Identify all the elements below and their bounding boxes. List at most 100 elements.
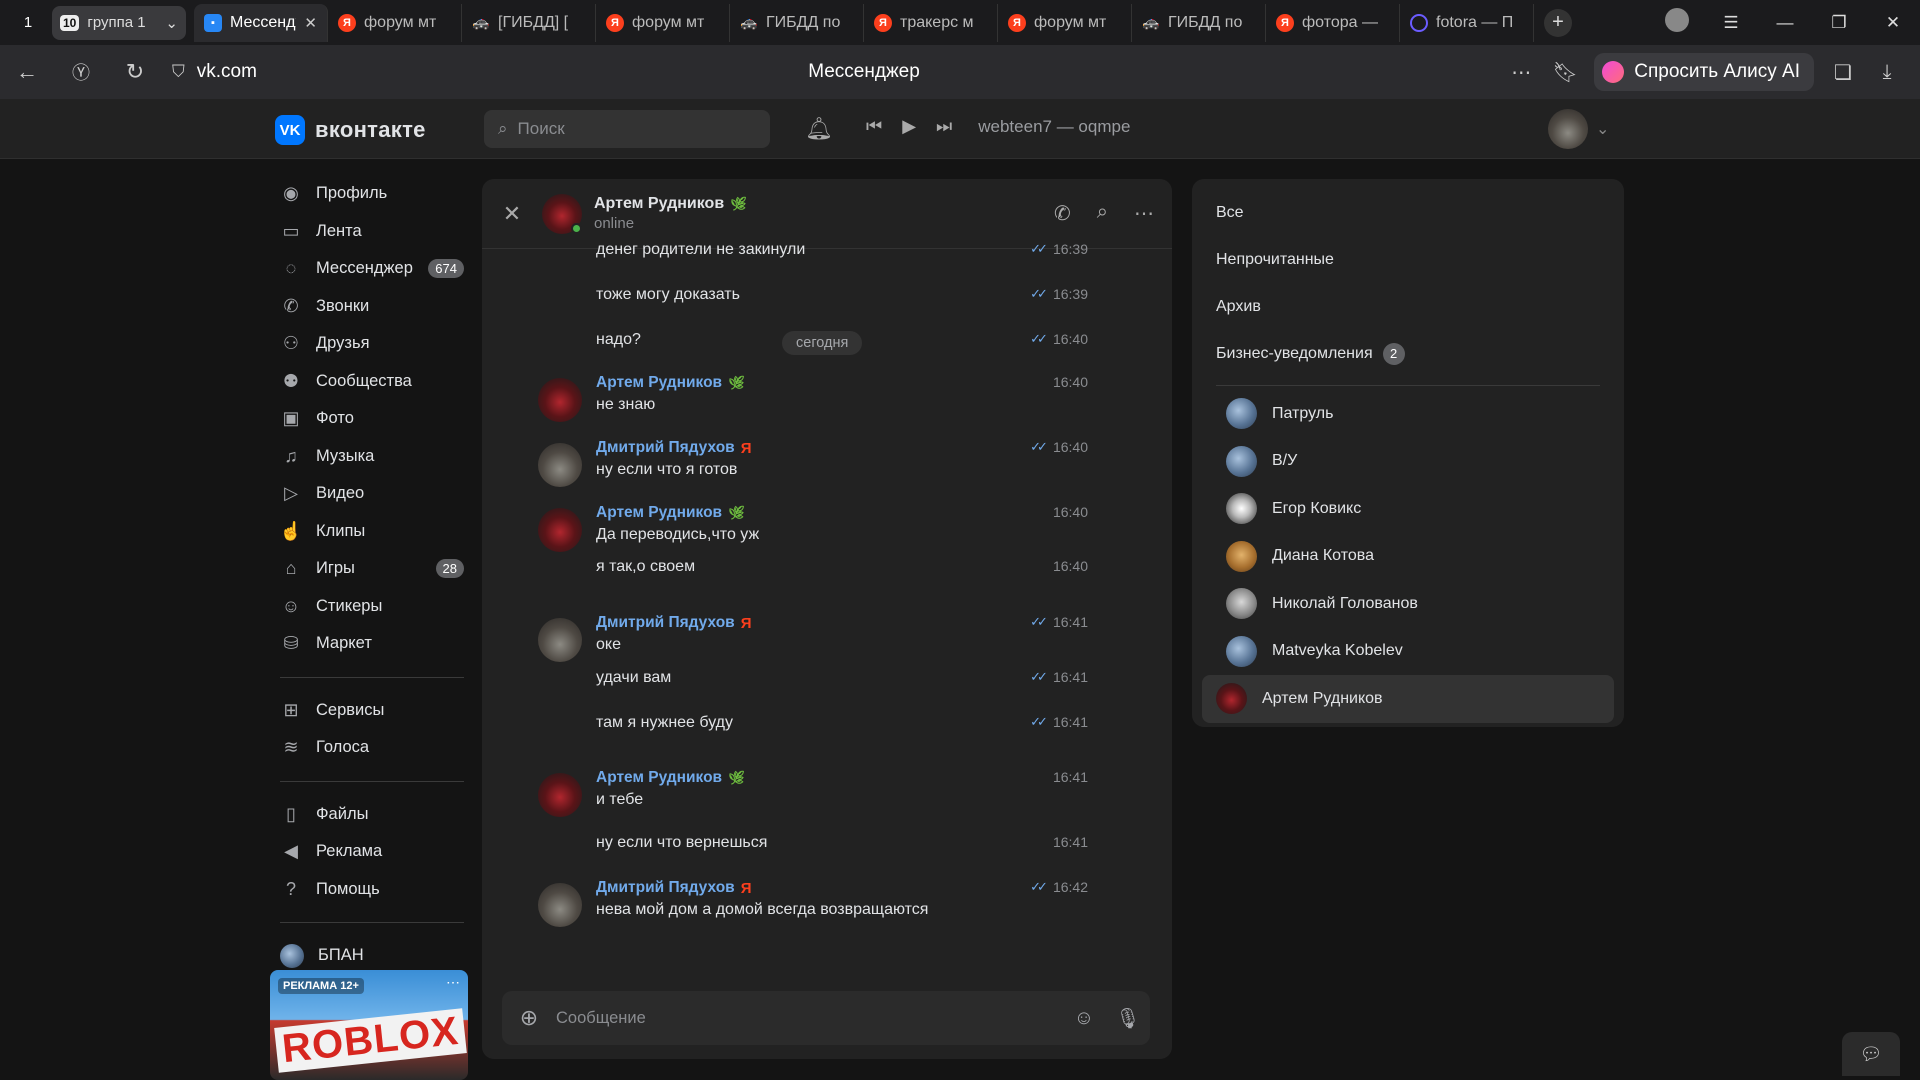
nav-divider <box>280 922 464 923</box>
avatar[interactable] <box>538 508 582 552</box>
ad-banner[interactable]: РЕКЛАМА 12+ ⋯ ROBLOX <box>270 970 468 1080</box>
tab-trackers[interactable]: Ятракерс м <box>864 3 998 42</box>
message-author[interactable]: Дмитрий Пядухов Я <box>596 439 752 457</box>
back-icon[interactable]: ← <box>0 59 54 85</box>
chat-peer-info[interactable]: Артем Рудников 🌿︎ online <box>594 195 747 232</box>
nav-item-ads[interactable]: ◀ Реклама <box>270 833 470 871</box>
vk-logo[interactable]: VK вконтакте <box>275 115 426 145</box>
nav-item-music[interactable]: ♫ Музыка <box>270 438 470 476</box>
tab-forum-1[interactable]: Яфорум мт <box>328 3 462 42</box>
tab-count-button[interactable]: 1 <box>10 6 46 40</box>
nav-item-votes[interactable]: ≋ Голоса <box>270 729 470 767</box>
close-icon[interactable]: ✕ <box>304 14 317 32</box>
tab-fotora-2[interactable]: fotora — П <box>1400 3 1534 42</box>
tab-forum-3[interactable]: Яфорум мт <box>998 3 1132 42</box>
yandex-home-icon[interactable]: Ⓨ <box>54 59 108 85</box>
search-input[interactable]: ⌕ Поиск <box>484 110 770 148</box>
tab-forum-2[interactable]: Яфорум мт <box>596 3 730 42</box>
folder-unread[interactable]: Непрочитанные <box>1192 236 1624 283</box>
attach-icon[interactable]: ⊕ <box>502 1005 556 1031</box>
conversation-item[interactable]: Диана Котова <box>1202 533 1614 581</box>
profile-icon <box>1665 8 1689 32</box>
nav-item-services[interactable]: ⊞ Сервисы <box>270 692 470 730</box>
play-icon[interactable]: ▶ <box>902 116 916 137</box>
minimize-icon[interactable]: — <box>1758 13 1812 33</box>
nav-item-profile[interactable]: ◉ Профиль <box>270 175 470 213</box>
nav-item-photo[interactable]: ▣ Фото <box>270 400 470 438</box>
nav-item-clips[interactable]: ☝ Клипы <box>270 513 470 551</box>
new-tab-button[interactable]: + <box>1544 8 1572 37</box>
nav-item-market[interactable]: ⛁ Маркет <box>270 625 470 663</box>
phone-icon[interactable]: ✆ <box>1054 201 1071 226</box>
nav-item-files[interactable]: ▯ Файлы <box>270 796 470 834</box>
collections-icon[interactable]: ❏ <box>1828 60 1858 85</box>
nav-item-communities[interactable]: ⚉ Сообщества <box>270 363 470 401</box>
conversation-item[interactable]: В/У <box>1202 438 1614 486</box>
tab-gibdd-1[interactable]: 🚓 [ГИБДД] [ <box>462 3 596 42</box>
more-icon[interactable]: ⋯ <box>1506 60 1536 85</box>
conversation-item[interactable]: Matveyka Kobelev <box>1202 628 1614 676</box>
notifications-icon[interactable]: 🔔︎ <box>805 116 833 142</box>
previous-track-icon[interactable]: ⏮ <box>866 116 882 137</box>
nav-item-feed[interactable]: ▭ Лента <box>270 213 470 251</box>
url-field[interactable]: ⛉ vk.com <box>172 61 1552 83</box>
search-icon[interactable]: ⌕ <box>1097 201 1108 226</box>
avatar[interactable] <box>542 193 582 234</box>
chat-bubble-icon[interactable]: 💬︎ <box>1842 1032 1900 1076</box>
tab-gibdd-2[interactable]: 🚓 ГИБДД по <box>730 3 864 42</box>
avatar[interactable] <box>538 883 582 927</box>
nav-item-friends[interactable]: ⚇ Друзья <box>270 325 470 363</box>
next-track-icon[interactable]: ⏭ <box>936 116 952 137</box>
conversation-item[interactable]: Патруль <box>1202 390 1614 438</box>
conversation-item[interactable]: Николай Голованов <box>1202 580 1614 628</box>
profile-button[interactable] <box>1650 8 1704 37</box>
folder-business[interactable]: Бизнес-уведомления 2 <box>1192 330 1624 377</box>
more-icon[interactable]: ⋯ <box>1134 201 1154 226</box>
nav-item-calls[interactable]: ✆ Звонки <box>270 288 470 326</box>
message-author[interactable]: Артем Рудников 🌿︎ <box>596 769 745 787</box>
restore-icon[interactable]: ❐ <box>1812 13 1866 33</box>
nav-item-help[interactable]: ? Помощь <box>270 871 470 909</box>
photo-icon: ▣ <box>282 408 300 429</box>
tab-group-count: 10 <box>60 14 80 31</box>
bookmark-icon[interactable]: 🔖︎ <box>1550 60 1580 85</box>
reload-icon[interactable]: ↻ <box>108 59 162 85</box>
vk-header: VK вконтакте ⌕ Поиск 🔔︎ ⏮ ▶ ⏭ webteen7 —… <box>0 99 1920 159</box>
close-window-icon[interactable]: ✕ <box>1866 13 1920 33</box>
emoji-icon[interactable]: ☺ <box>1062 1007 1106 1030</box>
tab-gibdd-3[interactable]: 🚓 ГИБДД по <box>1132 3 1266 42</box>
message-text: там я нужнее буду <box>596 714 734 731</box>
menu-icon[interactable]: ☰ <box>1704 13 1758 33</box>
nav-item-messenger[interactable]: ◌ Мессенджер 674 <box>270 250 470 288</box>
avatar[interactable] <box>538 773 582 817</box>
user-menu[interactable]: ⌄ <box>1548 109 1609 149</box>
more-icon[interactable]: ⋯ <box>446 974 460 991</box>
conversation-item-selected[interactable]: Артем Рудников <box>1202 675 1614 723</box>
folder-archive[interactable]: Архив <box>1192 283 1624 330</box>
microphone-icon[interactable]: 🎙︎ <box>1106 1006 1150 1031</box>
nav-item-bpan[interactable]: БПАН <box>270 937 470 975</box>
nav-item-video[interactable]: ▷ Видео <box>270 475 470 513</box>
chevron-down-icon: ⌄ <box>165 14 178 32</box>
message-author[interactable]: Артем Рудников 🌿︎ <box>596 504 745 522</box>
ask-alice-label: Спросить Алису AI <box>1634 61 1800 82</box>
avatar[interactable] <box>538 378 582 422</box>
message-author[interactable]: Артем Рудников 🌿︎ <box>596 374 745 392</box>
tab-group[interactable]: 10 группа 1 ⌄ <box>52 5 186 40</box>
conversation-name: Диана Котова <box>1272 547 1374 565</box>
conversation-item[interactable]: Егор Ковикс <box>1202 485 1614 533</box>
close-icon[interactable]: ✕ <box>482 201 542 227</box>
nav-item-stickers[interactable]: ☺ Стикеры <box>270 588 470 626</box>
ask-alice-button[interactable]: Спросить Алису AI <box>1594 53 1814 91</box>
avatar[interactable] <box>538 443 582 487</box>
message-input[interactable]: Сообщение <box>556 1009 1062 1028</box>
message-author[interactable]: Дмитрий Пядухов Я <box>596 614 752 632</box>
folder-all[interactable]: Все <box>1192 189 1624 236</box>
tab-messenger[interactable]: ▪ Мессенджер ✕ <box>194 3 328 42</box>
message-author[interactable]: Дмитрий Пядухов Я <box>596 879 752 897</box>
nav-item-games[interactable]: ⌂ Игры 28 <box>270 550 470 588</box>
tab-fotora-1[interactable]: Яфотора — <box>1266 3 1400 42</box>
download-icon[interactable]: ⤓ <box>1872 61 1902 84</box>
avatar[interactable] <box>538 618 582 662</box>
player-track-title[interactable]: webteen7 — oqmpe <box>978 117 1130 137</box>
